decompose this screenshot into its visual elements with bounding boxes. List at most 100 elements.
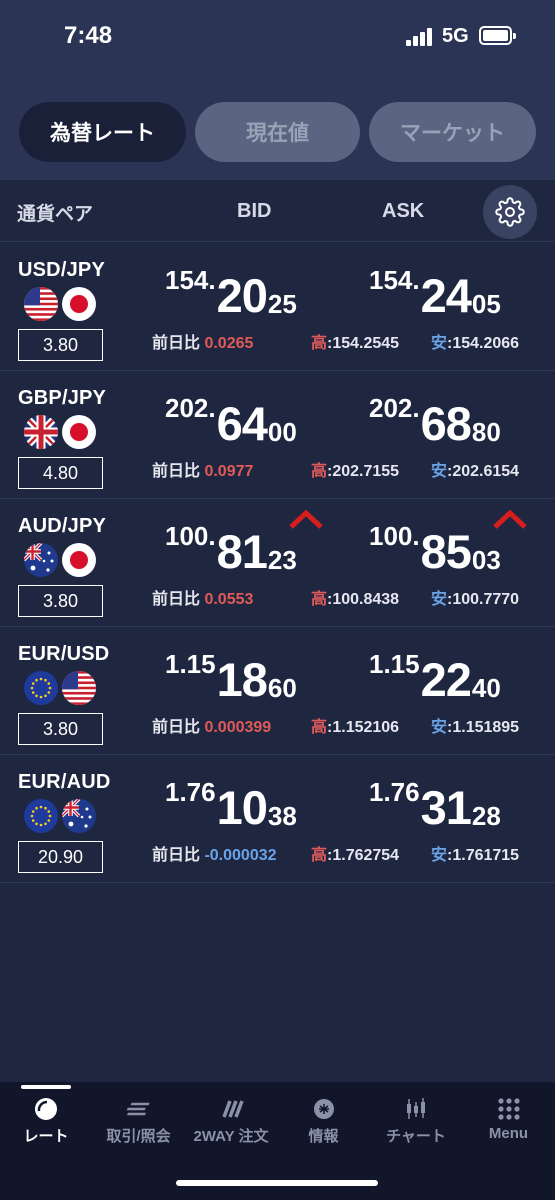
high-value: 高:202.7155	[311, 457, 399, 481]
rate-row[interactable]: EUR/USD 3.80 1.15 18 60 1.15 22 40 前日比 0.000399 高…	[0, 627, 555, 755]
rate-stats: 前日比 0.0265 高:154.2545 安:154.2066	[152, 329, 537, 353]
ask-price-suffix: 80	[471, 417, 501, 447]
rate-row[interactable]: AUD/JPY 3.80 100. 81 23 100. 85 03 前日比 0.0553 高:1…	[0, 499, 555, 627]
ask-price-suffix: 40	[471, 673, 501, 703]
tab-market[interactable]: マーケット	[369, 102, 536, 162]
day-change-value: 0.0265	[204, 335, 254, 352]
bid-price-main: 64	[216, 397, 268, 450]
day-change: 前日比 0.0265	[152, 329, 253, 353]
ask-price-main: 31	[420, 781, 472, 834]
currency-pair-label: GBP/JPY	[18, 387, 107, 409]
nav-label: Menu	[488, 1125, 529, 1142]
day-change-label: 前日比	[152, 335, 205, 352]
spread-box: 3.80	[18, 329, 103, 361]
bid-price-suffix: 60	[267, 673, 297, 703]
low-value: 安:202.6154	[431, 457, 519, 481]
bid-price-prefix: 1.15	[165, 649, 216, 679]
low-number: :1.151895	[447, 719, 520, 736]
jp-flag-icon	[62, 287, 96, 321]
currency-pair-label: EUR/USD	[18, 643, 110, 665]
eu-flag-icon	[24, 671, 58, 705]
day-change: 前日比 0.0553	[152, 585, 253, 609]
currency-pair-label: USD/JPY	[18, 259, 105, 281]
ask-price-prefix: 1.76	[369, 777, 420, 807]
tab-exchange-rate[interactable]: 為替レート	[19, 102, 186, 162]
day-change-value: 0.0977	[204, 463, 254, 480]
high-label: 高	[311, 719, 328, 736]
rate-stats: 前日比 0.000399 高:1.152106 安:1.151895	[152, 713, 537, 737]
bid-price-main: 81	[216, 525, 268, 578]
bid-price-prefix: 1.76	[165, 777, 216, 807]
high-label: 高	[311, 335, 328, 352]
bid-price-main: 20	[216, 269, 268, 322]
rate-row[interactable]: EUR/AUD 20.90 1.76 10 38 1.76 31 28 前日比 -0.00003…	[0, 755, 555, 883]
high-value: 高:100.8438	[311, 585, 399, 609]
bid-price-main: 18	[216, 653, 268, 706]
tab-current-price[interactable]: 現在値	[195, 102, 360, 162]
high-label: 高	[311, 591, 328, 608]
low-label: 安	[431, 591, 448, 608]
status-time: 7:48	[64, 22, 113, 49]
high-number: :154.2545	[327, 335, 400, 352]
screen: 7:48 5G 為替レート 現在値 マーケット 通貨ペア BID ASK USD…	[0, 0, 555, 1200]
nav-label: 情報	[308, 1128, 339, 1145]
ask-price-main: 85	[420, 525, 472, 578]
bid-price-main: 10	[216, 781, 268, 834]
high-label: 高	[311, 463, 328, 480]
nav-label: チャート	[386, 1128, 446, 1145]
high-label: 高	[311, 847, 328, 864]
rate-row[interactable]: GBP/JPY 4.80 202. 64 00 202. 68 80 前日比 0.0977 高:2…	[0, 371, 555, 499]
day-change-value: 0.0553	[204, 591, 254, 608]
ask-price-prefix: 100.	[369, 521, 420, 551]
high-value: 高:1.152106	[311, 713, 399, 737]
au-flag-icon	[24, 543, 58, 577]
ask-price-suffix: 05	[471, 289, 501, 319]
day-change-value: 0.000399	[204, 719, 272, 736]
nav-item-trade[interactable]: 取引/照会	[93, 1082, 185, 1160]
high-number: :1.152106	[327, 719, 400, 736]
uk-flag-icon	[24, 415, 58, 449]
au-flag-icon	[62, 799, 96, 833]
bid-up-arrow-icon	[289, 509, 323, 529]
jp-flag-icon	[62, 543, 96, 577]
bid-price-suffix: 38	[267, 801, 297, 831]
info-icon	[311, 1096, 337, 1122]
bid-price-suffix: 25	[267, 289, 297, 319]
rate-row[interactable]: USD/JPY 3.80 154. 20 25 154. 24 05 前日比 0.0265 高:1…	[0, 243, 555, 371]
home-indicator	[176, 1180, 378, 1186]
bid-price-prefix: 202.	[165, 393, 216, 423]
chart-icon	[403, 1096, 429, 1122]
nav-item-rate[interactable]: レート	[0, 1082, 92, 1160]
network-label: 5G	[442, 25, 469, 47]
low-label: 安	[431, 847, 448, 864]
pair-column-label: 通貨ペア	[17, 204, 94, 225]
nav-item-info[interactable]: 情報	[278, 1082, 370, 1160]
bid-price-prefix: 154.	[165, 265, 216, 295]
ask-price-main: 68	[420, 397, 472, 450]
high-number: :202.7155	[327, 463, 400, 480]
rate-stats: 前日比 0.0553 高:100.8438 安:100.7770	[152, 585, 537, 609]
nav-item-twoway[interactable]: 2WAY 注文	[185, 1082, 277, 1160]
battery-icon	[479, 26, 516, 45]
low-label: 安	[431, 463, 448, 480]
trade-icon	[126, 1096, 152, 1122]
nav-item-chart[interactable]: チャート	[370, 1082, 462, 1160]
day-change: 前日比 -0.000032	[152, 841, 277, 865]
low-value: 安:1.761715	[431, 841, 519, 865]
spread-box: 20.90	[18, 841, 103, 873]
nav-item-menu-grid[interactable]: Menu	[463, 1082, 555, 1160]
low-label: 安	[431, 719, 448, 736]
status-bar: 7:48 5G	[0, 0, 555, 80]
nav-label: 2WAY 注文	[193, 1128, 269, 1145]
low-number: :100.7770	[447, 591, 520, 608]
menu-grid-icon	[496, 1096, 522, 1122]
day-change-label: 前日比	[152, 463, 205, 480]
high-value: 高:1.762754	[311, 841, 399, 865]
bid-price-prefix: 100.	[165, 521, 216, 551]
low-value: 安:154.2066	[431, 329, 519, 353]
day-change-value: -0.000032	[204, 847, 277, 864]
day-change-label: 前日比	[152, 719, 205, 736]
settings-button[interactable]	[483, 185, 537, 239]
low-value: 安:100.7770	[431, 585, 519, 609]
spread-box: 3.80	[18, 713, 103, 745]
